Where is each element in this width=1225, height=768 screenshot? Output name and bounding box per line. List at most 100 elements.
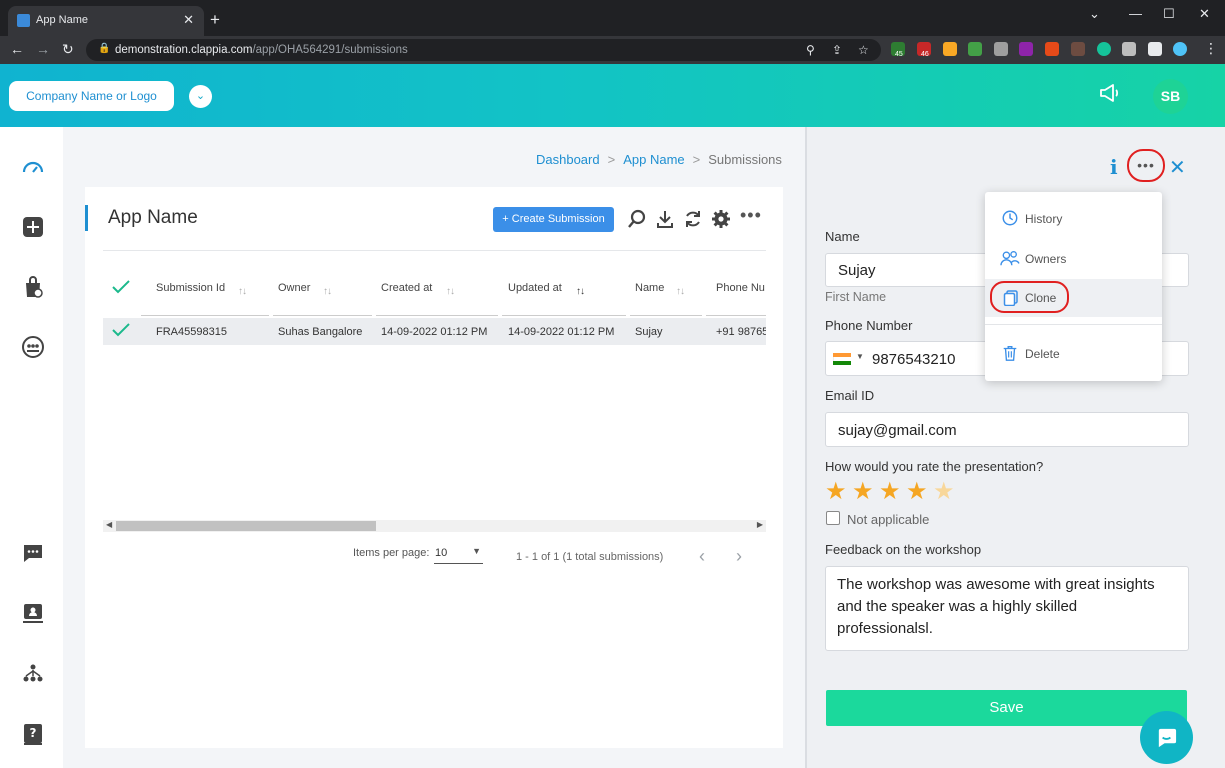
workplace-group-icon[interactable] bbox=[21, 335, 45, 359]
star-icon[interactable]: ★ bbox=[906, 480, 928, 504]
reload-icon[interactable]: ↻ bbox=[62, 41, 74, 58]
previous-page-icon[interactable]: ‹ bbox=[699, 546, 705, 567]
forward-icon[interactable]: → bbox=[36, 41, 50, 57]
cell-submission-id: FRA45598315 bbox=[156, 326, 227, 338]
create-submission-button[interactable]: + Create Submission bbox=[493, 207, 614, 232]
marketplace-bag-icon[interactable] bbox=[21, 275, 45, 299]
column-header-updated-at[interactable]: Updated at bbox=[508, 282, 562, 294]
more-options-icon[interactable]: ••• bbox=[740, 205, 761, 225]
items-per-page-select[interactable]: 10 ▼ bbox=[434, 545, 483, 564]
settings-gear-icon[interactable] bbox=[711, 209, 731, 229]
kebab-menu-icon[interactable]: ⋮ bbox=[1204, 40, 1218, 57]
company-logo-button[interactable]: Company Name or Logo bbox=[9, 81, 174, 111]
sort-icon[interactable]: ↑↓ bbox=[676, 286, 685, 297]
chevron-down-icon[interactable]: ⌄ bbox=[1089, 6, 1100, 22]
maximize-icon[interactable]: ☐ bbox=[1163, 6, 1175, 22]
zoom-icon[interactable]: ⚲ bbox=[806, 43, 815, 57]
chevron-down-icon[interactable]: ⌄ bbox=[189, 85, 212, 108]
side-panel-icon[interactable] bbox=[1148, 42, 1162, 56]
refresh-icon[interactable] bbox=[683, 209, 703, 229]
india-flag-icon[interactable] bbox=[833, 353, 851, 365]
share-icon[interactable]: ⇪ bbox=[832, 43, 842, 57]
avatar[interactable]: SB bbox=[1153, 79, 1188, 114]
column-header-submission-id[interactable]: Submission Id bbox=[156, 282, 225, 294]
download-icon[interactable] bbox=[655, 209, 675, 229]
close-icon[interactable]: ✕ bbox=[1169, 155, 1186, 180]
menu-item-history[interactable]: History bbox=[985, 200, 1162, 238]
megaphone-icon[interactable] bbox=[1098, 83, 1122, 103]
extension-badge: 46 bbox=[921, 51, 929, 58]
menu-divider bbox=[985, 324, 1162, 325]
window-close-icon[interactable]: ✕ bbox=[1199, 6, 1210, 22]
extension-icon[interactable] bbox=[1019, 42, 1033, 56]
search-icon[interactable] bbox=[627, 209, 647, 229]
puzzle-extensions-icon[interactable] bbox=[1122, 42, 1136, 56]
country-dropdown-icon[interactable]: ▼ bbox=[856, 352, 864, 361]
menu-item-owners[interactable]: Owners bbox=[985, 240, 1162, 278]
close-tab-icon[interactable]: ✕ bbox=[183, 12, 194, 28]
extension-icon[interactable] bbox=[943, 42, 957, 56]
add-app-icon[interactable] bbox=[21, 215, 45, 239]
minimize-icon[interactable]: — bbox=[1129, 6, 1142, 21]
scrollbar-thumb[interactable] bbox=[116, 521, 376, 531]
extension-icon[interactable] bbox=[1071, 42, 1085, 56]
sort-icon[interactable]: ↑↓ bbox=[323, 286, 332, 297]
presentation-icon[interactable] bbox=[21, 601, 45, 625]
more-actions-button[interactable]: ••• bbox=[1127, 149, 1165, 182]
star-icon[interactable]: ★ bbox=[852, 480, 874, 504]
support-chat-button[interactable] bbox=[1140, 711, 1193, 764]
menu-item-label: History bbox=[1025, 212, 1063, 226]
svg-text:?: ? bbox=[30, 726, 37, 740]
back-icon[interactable]: ← bbox=[10, 41, 24, 57]
not-applicable-checkbox[interactable] bbox=[826, 511, 840, 525]
cell-updated-at: 14-09-2022 01:12 PM bbox=[508, 326, 615, 338]
star-icon[interactable]: ★ bbox=[825, 480, 847, 504]
save-button[interactable]: Save bbox=[826, 690, 1187, 726]
help-book-icon[interactable]: ? bbox=[21, 722, 45, 746]
chat-bubble-icon bbox=[1158, 728, 1177, 748]
team-hierarchy-icon[interactable] bbox=[21, 662, 45, 686]
feedback-label: Feedback on the workshop bbox=[825, 542, 982, 557]
browser-tab-title: App Name bbox=[36, 14, 88, 26]
address-bar[interactable]: 🔒 demonstration.clappia.com/app/OHA56429… bbox=[86, 39, 881, 61]
scroll-right-arrow-icon[interactable]: ▶ bbox=[757, 520, 763, 529]
menu-item-label: Owners bbox=[1025, 252, 1067, 266]
profile-icon[interactable] bbox=[1173, 42, 1187, 56]
info-icon[interactable]: i bbox=[1110, 155, 1118, 179]
horizontal-scrollbar[interactable]: ◀ ▶ bbox=[103, 520, 766, 532]
extension-icon[interactable] bbox=[1045, 42, 1059, 56]
sort-icon[interactable]: ↑↓ bbox=[238, 286, 247, 297]
row-checkmark-icon[interactable] bbox=[111, 322, 131, 338]
star-icon[interactable]: ★ bbox=[879, 480, 901, 504]
breadcrumb-dashboard[interactable]: Dashboard bbox=[536, 152, 600, 167]
sort-active-icon[interactable]: ↑↓ bbox=[576, 286, 585, 297]
email-field[interactable]: sujay@gmail.com bbox=[825, 412, 1189, 447]
title-accent-bar bbox=[85, 205, 88, 231]
menu-item-delete[interactable]: Delete bbox=[985, 335, 1162, 373]
sort-icon[interactable]: ↑↓ bbox=[446, 286, 455, 297]
next-page-icon[interactable]: › bbox=[736, 546, 742, 567]
bookmark-star-icon[interactable]: ☆ bbox=[858, 43, 869, 57]
grammarly-icon[interactable] bbox=[1097, 42, 1111, 56]
column-header-phone[interactable]: Phone Nu bbox=[716, 282, 766, 294]
column-filter-underline bbox=[502, 315, 626, 316]
browser-chrome: App Name ✕ + ⌄ — ☐ ✕ ← → ↻ 🔒 demonstrati… bbox=[0, 0, 1225, 64]
menu-item-label: Delete bbox=[1025, 347, 1060, 361]
new-tab-button[interactable]: + bbox=[210, 10, 220, 30]
column-header-name[interactable]: Name bbox=[635, 282, 664, 294]
select-all-checkmark-icon[interactable] bbox=[111, 279, 131, 295]
dashboard-gauge-icon[interactable] bbox=[21, 156, 45, 180]
browser-tab[interactable]: App Name ✕ bbox=[8, 6, 204, 36]
feedback-textarea[interactable]: The workshop was awesome with great insi… bbox=[825, 566, 1189, 651]
app-header: Company Name or Logo ⌄ SB bbox=[0, 64, 1225, 127]
extension-icon[interactable] bbox=[994, 42, 1008, 56]
column-filter-underline bbox=[376, 315, 498, 316]
extension-icon[interactable] bbox=[968, 42, 982, 56]
column-header-owner[interactable]: Owner bbox=[278, 282, 310, 294]
scroll-left-arrow-icon[interactable]: ◀ bbox=[106, 520, 112, 529]
url-text: demonstration.clappia.com/app/OHA564291/… bbox=[115, 44, 408, 56]
column-header-created-at[interactable]: Created at bbox=[381, 282, 432, 294]
breadcrumb-app-name[interactable]: App Name bbox=[623, 152, 684, 167]
star-icon[interactable]: ★ bbox=[933, 480, 955, 504]
chat-icon[interactable] bbox=[21, 541, 45, 565]
